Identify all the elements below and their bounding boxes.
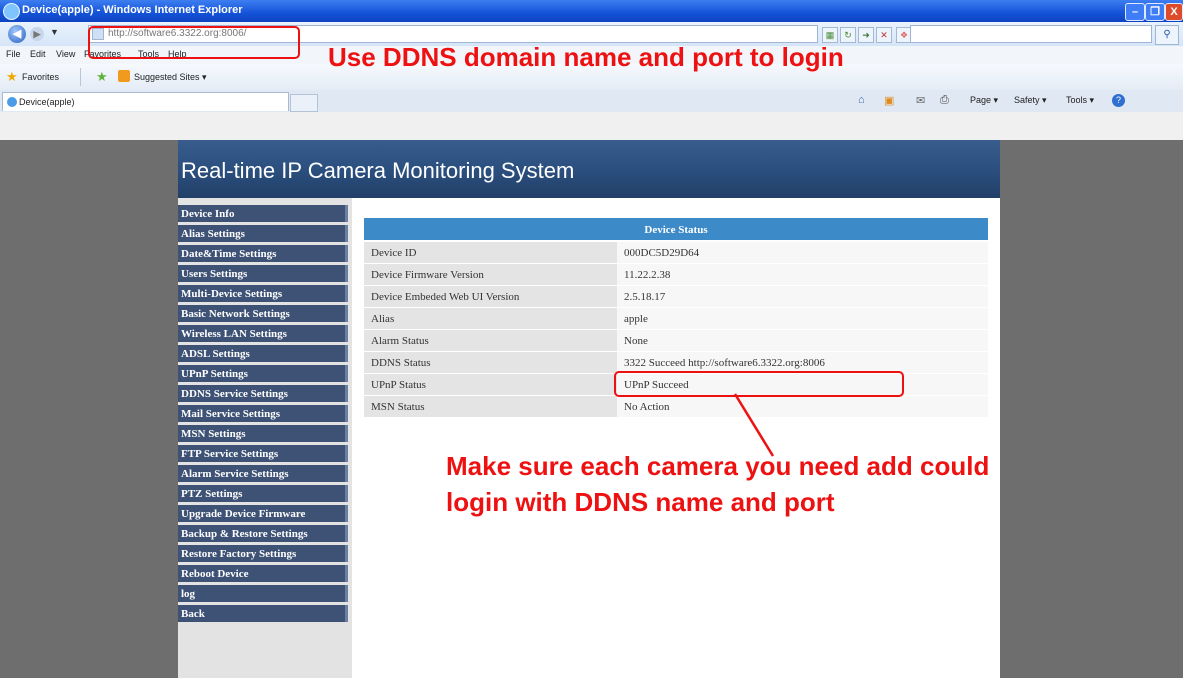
status-row: Device Embeded Web UI Version 2.5.18.17: [364, 286, 988, 308]
sidebar-item-msn-settings[interactable]: MSN Settings: [178, 425, 348, 442]
url-highlight-box: [88, 26, 300, 59]
tools-menu[interactable]: Tools ▾: [1066, 95, 1094, 106]
sidebar-item-reboot-device[interactable]: Reboot Device: [178, 565, 348, 582]
favorites-star-icon: ★: [6, 69, 18, 84]
sidebar-item-mail-service-settings[interactable]: Mail Service Settings: [178, 405, 348, 422]
sidebar-item-users-settings[interactable]: Users Settings: [178, 265, 348, 282]
status-row: Device Firmware Version 11.22.2.38: [364, 264, 988, 286]
status-value: 11.22.2.38: [617, 264, 988, 285]
search-icon[interactable]: ⚲: [1155, 25, 1179, 45]
status-value: No Action: [617, 396, 988, 417]
camera-web-page: Real-time IP Camera Monitoring System De…: [178, 140, 1000, 678]
status-row: Alias apple: [364, 308, 988, 330]
suggested-sites-icon: [118, 70, 130, 82]
sidebar-item-backup-restore-settings[interactable]: Backup & Restore Settings: [178, 525, 348, 542]
refresh-icon[interactable]: ↻: [840, 27, 856, 43]
status-row: Device ID 000DC5D29D64: [364, 242, 988, 264]
sidebar-item-alias-settings[interactable]: Alias Settings: [178, 225, 348, 242]
menu-view[interactable]: View: [56, 49, 75, 59]
status-value: 2.5.18.17: [617, 286, 988, 307]
status-value: apple: [617, 308, 988, 329]
tab-bar: Device(apple) ⌂ ▣ ✉ ⎙ Page ▾ Safety ▾ To…: [0, 90, 1183, 113]
stop-icon[interactable]: ✕: [876, 27, 892, 43]
status-row: Alarm Status None: [364, 330, 988, 352]
sidebar-item-date-time-settings[interactable]: Date&Time Settings: [178, 245, 348, 262]
mail-icon[interactable]: ✉: [916, 94, 925, 107]
status-label: MSN Status: [364, 396, 621, 417]
page-menu[interactable]: Page ▾: [970, 95, 998, 106]
sidebar-item-back[interactable]: Back: [178, 605, 348, 622]
status-label: Alias: [364, 308, 621, 329]
go-icon[interactable]: ➜: [858, 27, 874, 43]
status-label: Device Embeded Web UI Version: [364, 286, 621, 307]
sidebar-menu: Device Info Alias Settings Date&Time Set…: [178, 205, 351, 625]
status-label: Alarm Status: [364, 330, 621, 351]
home-icon[interactable]: ⌂: [858, 94, 865, 106]
status-value: 000DC5D29D64: [617, 242, 988, 263]
sidebar-item-log[interactable]: log: [178, 585, 348, 602]
safety-menu[interactable]: Safety ▾: [1014, 95, 1047, 106]
sidebar-item-alarm-service-settings[interactable]: Alarm Service Settings: [178, 465, 348, 482]
menu-file[interactable]: File: [6, 49, 21, 59]
ddns-status-highlight-box: [614, 371, 904, 397]
tab-label: Device(apple): [19, 97, 75, 107]
sidebar-item-device-info[interactable]: Device Info: [178, 205, 348, 222]
window-title: Device(apple) - Windows Internet Explore…: [22, 4, 243, 16]
status-label: Device Firmware Version: [364, 264, 621, 285]
page-title: Real-time IP Camera Monitoring System: [181, 158, 575, 183]
sidebar-item-ddns-service-settings[interactable]: DDNS Service Settings: [178, 385, 348, 402]
sidebar-item-ptz-settings[interactable]: PTZ Settings: [178, 485, 348, 502]
sidebar-item-upgrade-device-firmware[interactable]: Upgrade Device Firmware: [178, 505, 348, 522]
favorites-button[interactable]: Favorites: [22, 72, 59, 82]
favbar-divider: [80, 68, 81, 86]
minimize-button[interactable]: –: [1125, 3, 1145, 21]
feeds-icon[interactable]: ▣: [884, 94, 894, 107]
forward-button[interactable]: ▶: [30, 27, 44, 41]
sidebar-item-wireless-lan-settings[interactable]: Wireless LAN Settings: [178, 325, 348, 342]
status-row: MSN Status No Action: [364, 396, 988, 418]
tab-ie-icon: [7, 97, 17, 107]
sidebar-item-upnp-settings[interactable]: UPnP Settings: [178, 365, 348, 382]
status-value: 3322 Succeed http://software6.3322.org:8…: [617, 352, 988, 373]
status-label: DDNS Status: [364, 352, 621, 373]
back-button[interactable]: ◀: [8, 25, 26, 43]
status-value: None: [617, 330, 988, 351]
close-button[interactable]: X: [1165, 3, 1183, 21]
help-icon[interactable]: ?: [1112, 94, 1125, 107]
sidebar-item-basic-network-settings[interactable]: Basic Network Settings: [178, 305, 348, 322]
suggested-sites-link[interactable]: Suggested Sites ▾: [134, 72, 207, 83]
sidebar-item-adsl-settings[interactable]: ADSL Settings: [178, 345, 348, 362]
device-status-header: Device Status: [364, 218, 988, 240]
content-top-band: [0, 112, 1183, 140]
search-input[interactable]: [910, 25, 1152, 43]
maximize-button[interactable]: ❐: [1145, 3, 1165, 21]
tab-device-apple[interactable]: Device(apple): [2, 92, 289, 111]
add-favorite-icon[interactable]: ★: [96, 69, 108, 85]
annotation-top-text: Use DDNS domain name and port to login: [328, 42, 844, 72]
menu-edit[interactable]: Edit: [30, 49, 46, 59]
compatibility-view-icon[interactable]: ▦: [822, 27, 838, 43]
page-header: Real-time IP Camera Monitoring System: [178, 140, 1000, 198]
sidebar-item-restore-factory-settings[interactable]: Restore Factory Settings: [178, 545, 348, 562]
ie-logo-icon: [3, 3, 20, 20]
annotation-bottom-text: Make sure each camera you need add could…: [446, 451, 990, 517]
print-icon[interactable]: ⎙: [940, 94, 949, 107]
window-titlebar: Device(apple) - Windows Internet Explore…: [0, 0, 1183, 22]
sidebar-item-multi-device-settings[interactable]: Multi-Device Settings: [178, 285, 348, 302]
recent-pages-dropdown-icon[interactable]: ▼: [50, 27, 59, 37]
new-tab-button[interactable]: [290, 94, 318, 112]
status-label: UPnP Status: [364, 374, 621, 395]
sidebar-item-ftp-service-settings[interactable]: FTP Service Settings: [178, 445, 348, 462]
status-label: Device ID: [364, 242, 621, 263]
